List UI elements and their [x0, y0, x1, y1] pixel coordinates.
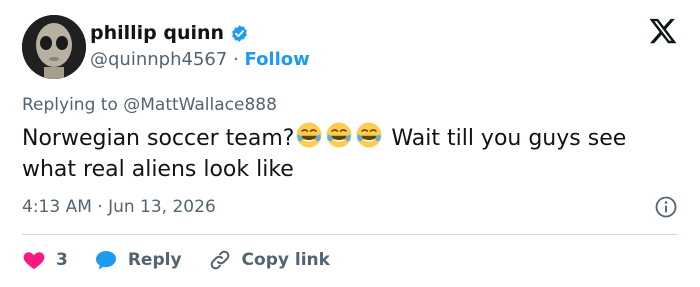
divider	[22, 234, 678, 235]
verified-badge-icon	[232, 24, 247, 42]
reply-label: Reply	[127, 250, 182, 270]
reply-context-prefix: Replying to	[22, 95, 118, 115]
author-name[interactable]: phillip quinn	[90, 21, 224, 45]
tweet-text: Norwegian soccer team? Wait till you guy…	[22, 121, 687, 185]
like-count: 3	[56, 250, 68, 270]
face-with-tears-of-joy-icon	[326, 122, 352, 148]
tweet-timestamp[interactable]: 4:13 AM · Jun 13, 2026	[22, 196, 216, 218]
heart-icon	[23, 252, 45, 269]
like-button[interactable]: 3	[22, 248, 68, 272]
reply-context: Replying to @MattWallace888	[22, 94, 277, 116]
author-handle-row: @quinnph4567 · Follow	[90, 48, 310, 72]
face-with-tears-of-joy-icon	[356, 122, 382, 148]
reply-mention-link[interactable]: @MattWallace888	[123, 95, 277, 115]
link-icon	[210, 250, 229, 270]
tweet-text-before-emoji: Norwegian soccer team?	[22, 126, 295, 151]
handle-separator: ·	[233, 49, 239, 70]
info-icon[interactable]	[654, 195, 678, 219]
avatar[interactable]	[22, 15, 86, 79]
author-name-row[interactable]: phillip quinn	[90, 21, 249, 45]
author-handle[interactable]: @quinnph4567	[90, 49, 227, 70]
copy-link-button[interactable]: Copy link	[208, 248, 330, 272]
reply-bubble-icon	[95, 251, 116, 270]
x-logo-icon[interactable]	[648, 16, 678, 46]
emoji-group	[294, 122, 384, 151]
alien-avatar-image	[22, 15, 86, 79]
action-bar: 3 Reply Copy link	[22, 246, 356, 274]
copy-link-label: Copy link	[241, 250, 330, 270]
face-with-tears-of-joy-icon	[296, 122, 322, 148]
follow-button[interactable]: Follow	[245, 49, 310, 70]
reply-button[interactable]: Reply	[94, 248, 182, 272]
